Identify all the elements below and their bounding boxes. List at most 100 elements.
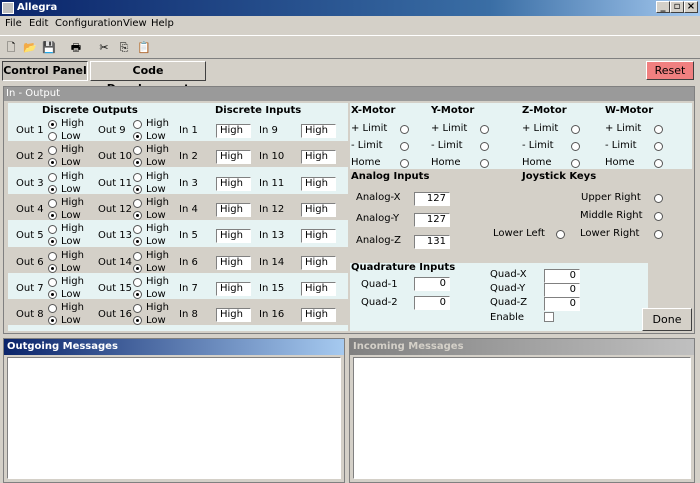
- save-icon[interactable]: 💾: [40, 39, 58, 57]
- out-1-low-radio[interactable]: [48, 132, 57, 141]
- enable-label: Enable: [490, 312, 525, 323]
- menu-configuration[interactable]: Configuration: [55, 18, 123, 29]
- incoming-messages-panel: Incoming Messages: [349, 338, 695, 483]
- out-10-high-radio[interactable]: [133, 146, 142, 155]
- motor-1-minus-limit-indicator: [480, 142, 489, 151]
- out-2-low-radio[interactable]: [48, 158, 57, 167]
- out-2-high-label: High: [61, 144, 84, 155]
- out-14-high-radio[interactable]: [133, 252, 142, 261]
- out-9-high-label: High: [146, 118, 169, 129]
- out-4-high-radio[interactable]: [48, 199, 57, 208]
- incoming-messages-title: Incoming Messages: [350, 339, 694, 355]
- cut-icon[interactable]: ✂: [95, 39, 113, 57]
- maximize-button[interactable]: ▫: [670, 1, 684, 13]
- in-13-value: High: [301, 229, 336, 243]
- menu-help[interactable]: Help: [151, 18, 174, 29]
- menu-view[interactable]: View: [123, 18, 147, 29]
- paste-icon[interactable]: 📋: [135, 39, 153, 57]
- in-11-label: In 11: [259, 178, 285, 189]
- out-5-high-radio[interactable]: [48, 225, 57, 234]
- analog-z-value: 131: [414, 235, 450, 249]
- out-11-low-radio[interactable]: [133, 185, 142, 194]
- out-1-high-radio[interactable]: [48, 120, 57, 129]
- out-7-high-radio[interactable]: [48, 278, 57, 287]
- w-motor-title: W-Motor: [605, 105, 654, 116]
- out-5-label: Out 5: [16, 230, 44, 241]
- motor-1-home-label: Home: [431, 157, 461, 168]
- outgoing-messages-box[interactable]: [7, 357, 341, 479]
- menu-file[interactable]: File: [5, 18, 22, 29]
- quad-y-value: 0: [544, 283, 580, 297]
- out-15-low-radio[interactable]: [133, 290, 142, 299]
- out-9-low-radio[interactable]: [133, 132, 142, 141]
- incoming-messages-box[interactable]: [353, 357, 691, 479]
- new-icon[interactable]: 🗋: [2, 39, 20, 57]
- out-6-low-radio[interactable]: [48, 264, 57, 273]
- motor-2-home-indicator: [571, 159, 580, 168]
- out-13-high-radio[interactable]: [133, 225, 142, 234]
- out-12-high-label: High: [146, 197, 169, 208]
- menu-bar: File Edit Configuration View Help: [0, 16, 700, 34]
- tab-control-panel[interactable]: Control Panel: [2, 61, 88, 81]
- quad-1-label: Quad-1: [361, 279, 398, 290]
- out-15-high-radio[interactable]: [133, 278, 142, 287]
- outgoing-messages-title: Outgoing Messages: [4, 339, 344, 355]
- motor-0-plus-limit-indicator: [400, 125, 409, 134]
- out-3-low-radio[interactable]: [48, 185, 57, 194]
- out-8-high-radio[interactable]: [48, 304, 57, 313]
- enable-checkbox[interactable]: [544, 312, 554, 322]
- in-15-label: In 15: [259, 283, 285, 294]
- in-4-value: High: [216, 203, 251, 217]
- in-12-label: In 12: [259, 204, 285, 215]
- out-6-high-radio[interactable]: [48, 252, 57, 261]
- out-13-low-radio[interactable]: [133, 237, 142, 246]
- close-button[interactable]: ×: [684, 1, 698, 13]
- quad-x-value: 0: [544, 269, 580, 283]
- out-16-high-radio[interactable]: [133, 304, 142, 313]
- out-10-low-radio[interactable]: [133, 158, 142, 167]
- out-5-low-label: Low: [61, 236, 81, 247]
- out-13-high-label: High: [146, 223, 169, 234]
- in-8-label: In 8: [179, 309, 198, 320]
- open-icon[interactable]: 📂: [21, 39, 39, 57]
- out-7-low-radio[interactable]: [48, 290, 57, 299]
- tab-code-development[interactable]: Code Development: [90, 61, 206, 95]
- out-14-low-label: Low: [146, 263, 166, 274]
- in-14-value: High: [301, 256, 336, 270]
- in-1-value: High: [216, 124, 251, 138]
- minimize-button[interactable]: _: [656, 1, 670, 13]
- motor-1-home-indicator: [480, 159, 489, 168]
- tab-row: Control Panel Code Development: [0, 59, 700, 95]
- motor-3-plus-limit-indicator: [654, 125, 663, 134]
- out-12-low-radio[interactable]: [133, 211, 142, 220]
- reset-button[interactable]: Reset: [646, 61, 694, 80]
- out-15-high-label: High: [146, 276, 169, 287]
- out-14-low-radio[interactable]: [133, 264, 142, 273]
- motor-2-plus-limit-label: + Limit: [522, 123, 559, 134]
- out-16-low-radio[interactable]: [133, 316, 142, 325]
- quad-2-label: Quad-2: [361, 297, 398, 308]
- out-8-low-radio[interactable]: [48, 316, 57, 325]
- io-row-band: [8, 141, 348, 167]
- out-4-low-radio[interactable]: [48, 211, 57, 220]
- motor-0-home-indicator: [400, 159, 409, 168]
- out-5-low-radio[interactable]: [48, 237, 57, 246]
- motor-2-minus-limit-indicator: [571, 142, 580, 151]
- out-11-high-radio[interactable]: [133, 173, 142, 182]
- print-icon[interactable]: 🖶: [67, 39, 85, 57]
- out-2-high-radio[interactable]: [48, 146, 57, 155]
- out-3-high-radio[interactable]: [48, 173, 57, 182]
- out-4-high-label: High: [61, 197, 84, 208]
- in-6-label: In 6: [179, 257, 198, 268]
- in-1-label: In 1: [179, 125, 198, 136]
- menu-edit[interactable]: Edit: [29, 18, 48, 29]
- out-9-high-radio[interactable]: [133, 120, 142, 129]
- out-13-label: Out 13: [98, 230, 133, 241]
- motor-0-home-label: Home: [351, 157, 381, 168]
- in-6-value: High: [216, 256, 251, 270]
- motor-3-minus-limit-label: - Limit: [605, 140, 637, 151]
- copy-icon[interactable]: ⎘: [115, 39, 133, 57]
- done-button[interactable]: Done: [642, 308, 692, 331]
- out-12-high-radio[interactable]: [133, 199, 142, 208]
- out-10-low-label: Low: [146, 157, 166, 168]
